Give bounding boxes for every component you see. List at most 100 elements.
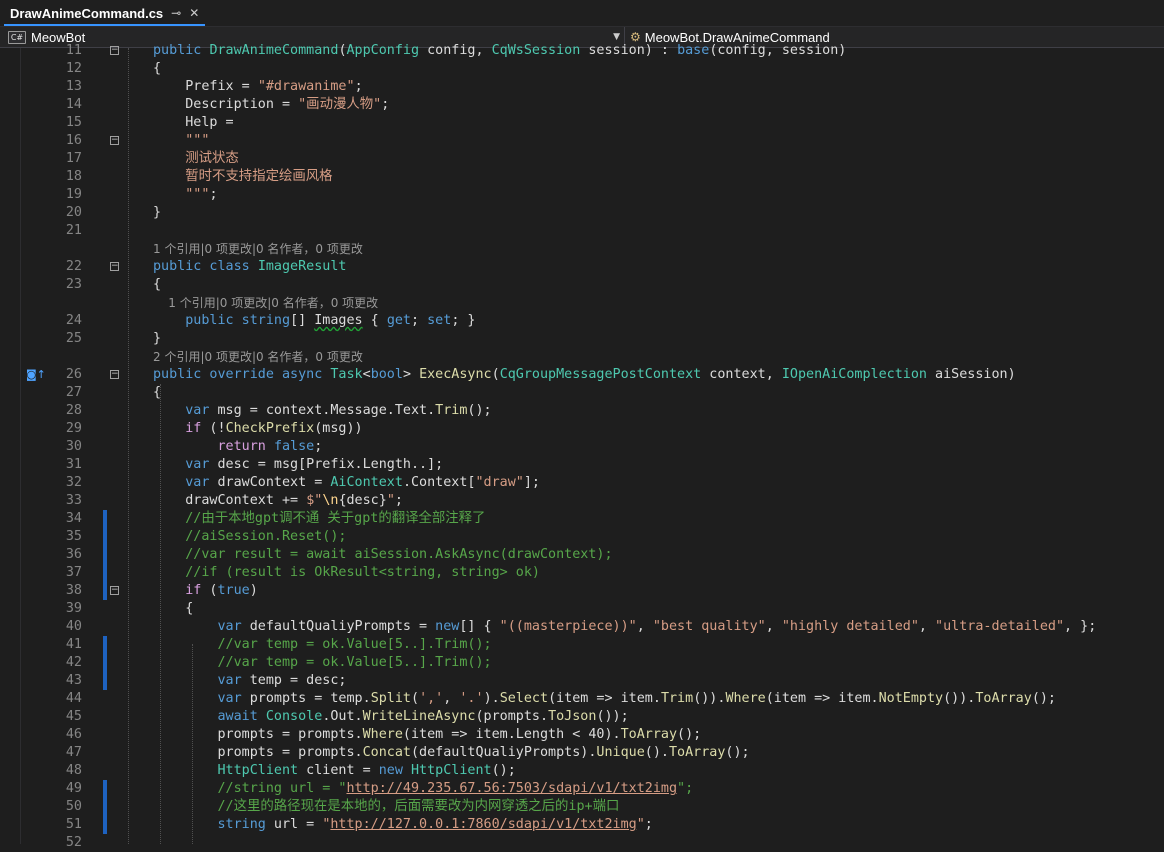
code-text[interactable]: //var temp = ok.Value[5..].Trim(); xyxy=(153,654,491,672)
line-number: 48 xyxy=(65,763,82,778)
code-line: 30 return false; xyxy=(0,438,1164,456)
code-line: 44 var prompts = temp.Split(',', '.').Se… xyxy=(0,690,1164,708)
code-line: 38 − if (true) xyxy=(0,582,1164,600)
code-line: 27{ xyxy=(0,384,1164,402)
change-marker xyxy=(103,672,107,690)
line-number: 30 xyxy=(65,439,82,454)
code-text[interactable]: //这里的路径现在是本地的，后面需要改为内网穿透之后的ip+端口 xyxy=(153,798,619,816)
code-text[interactable]: //string url = "http://49.235.67.56:7503… xyxy=(153,780,693,798)
code-line: 32 var drawContext = AiContext.Context["… xyxy=(0,474,1164,492)
code-text[interactable]: """; xyxy=(153,186,217,204)
fold-toggle-icon[interactable]: − xyxy=(110,46,119,55)
code-text[interactable]: if (true) xyxy=(153,582,258,600)
code-line: 20} xyxy=(0,204,1164,222)
code-text[interactable]: } xyxy=(153,204,161,222)
code-line: 22 − public class ImageResult xyxy=(0,258,1164,276)
code-text[interactable]: """ xyxy=(153,132,209,150)
code-text[interactable]: Description = "画动漫人物"; xyxy=(153,96,389,114)
code-line: 13 Prefix = "#drawanime"; xyxy=(0,78,1164,96)
codelens-info: 2 个引用|0 项更改|0 名作者，0 项更改 xyxy=(0,348,1164,366)
code-text[interactable]: string url = "http://127.0.0.1:7860/sdap… xyxy=(153,816,652,834)
code-text[interactable]: public class ImageResult xyxy=(153,258,347,276)
line-number: 14 xyxy=(65,97,82,112)
code-text[interactable]: //var result = await aiSession.AskAsync(… xyxy=(153,546,612,564)
code-text[interactable]: //var temp = ok.Value[5..].Trim(); xyxy=(153,636,491,654)
line-number: 16 xyxy=(65,133,82,148)
close-icon[interactable]: ✕ xyxy=(189,6,199,20)
change-marker xyxy=(103,798,107,816)
code-text[interactable]: { xyxy=(153,60,161,78)
codelens-text[interactable]: 2 个引用|0 项更改|0 名作者，0 项更改 xyxy=(153,348,363,366)
code-text[interactable]: { xyxy=(153,276,161,294)
codelens-info: 1 个引用|0 项更改|0 名作者，0 项更改 xyxy=(0,294,1164,312)
code-text[interactable]: drawContext += $"\n{desc}"; xyxy=(153,492,403,510)
change-marker xyxy=(103,636,107,654)
code-text[interactable]: public DrawAnimeCommand(AppConfig config… xyxy=(153,42,846,60)
code-text[interactable]: Prefix = "#drawanime"; xyxy=(153,78,362,96)
code-text[interactable]: return false; xyxy=(153,438,322,456)
line-number: 37 xyxy=(65,565,82,580)
line-number: 42 xyxy=(65,655,82,670)
indent-guide xyxy=(160,384,161,844)
code-editor[interactable]: 11 − public DrawAnimeCommand(AppConfig con… xyxy=(0,43,1164,850)
code-text[interactable]: 暂时不支持指定绘画风格 xyxy=(153,168,332,186)
code-line: 17 测试状态 xyxy=(0,150,1164,168)
code-text[interactable]: var desc = msg[Prefix.Length..]; xyxy=(153,456,443,474)
change-marker xyxy=(103,582,107,600)
code-text[interactable]: //if (result is OkResult<string, string>… xyxy=(153,564,540,582)
code-text[interactable]: var drawContext = AiContext.Context["dra… xyxy=(153,474,540,492)
code-line: 19 """; xyxy=(0,186,1164,204)
line-number: 52 xyxy=(65,835,82,850)
code-line: 41 //var temp = ok.Value[5..].Trim(); xyxy=(0,636,1164,654)
line-number: 15 xyxy=(65,115,82,130)
change-marker xyxy=(103,546,107,564)
document-tab[interactable]: DrawAnimeCommand.cs ⊸ ✕ xyxy=(4,2,206,26)
code-text[interactable]: 测试状态 xyxy=(153,150,239,168)
code-text[interactable]: var temp = desc; xyxy=(153,672,346,690)
fold-toggle-icon[interactable]: − xyxy=(110,136,119,145)
code-line: 39 { xyxy=(0,600,1164,618)
line-number: 38 xyxy=(65,583,82,598)
indent-guide xyxy=(128,48,129,844)
code-text[interactable]: //由于本地gpt调不通 关于gpt的翻译全部注释了 xyxy=(153,510,485,528)
code-line: 12 { xyxy=(0,60,1164,78)
code-text[interactable]: var prompts = temp.Split(',', '.').Selec… xyxy=(153,690,1056,708)
code-line: 29 if (!CheckPrefix(msg)) xyxy=(0,420,1164,438)
code-text[interactable]: } xyxy=(153,330,161,348)
fold-toggle-icon[interactable]: − xyxy=(110,370,119,379)
line-number: 11 xyxy=(65,43,82,58)
line-number: 27 xyxy=(65,385,82,400)
line-number: 18 xyxy=(65,169,82,184)
code-text[interactable]: public string[] Images { get; set; } xyxy=(153,312,475,330)
code-text[interactable]: HttpClient client = new HttpClient(); xyxy=(153,762,515,780)
code-text[interactable]: prompts = prompts.Where(item => item.Len… xyxy=(153,726,701,744)
code-line: 14 Description = "画动漫人物"; xyxy=(0,96,1164,114)
line-number: 49 xyxy=(65,781,82,796)
code-line: 33 drawContext += $"\n{desc}"; xyxy=(0,492,1164,510)
code-line: 25} xyxy=(0,330,1164,348)
line-number: 46 xyxy=(65,727,82,742)
codelens-text[interactable]: 1 个引用|0 项更改|0 名作者，0 项更改 xyxy=(153,240,363,258)
line-number: 47 xyxy=(65,745,82,760)
code-text[interactable]: //aiSession.Reset(); xyxy=(153,528,346,546)
code-line: 37 //if (result is OkResult<string, stri… xyxy=(0,564,1164,582)
code-text[interactable]: if (!CheckPrefix(msg)) xyxy=(153,420,362,438)
code-text[interactable]: Help = xyxy=(153,114,233,132)
code-line: 52 xyxy=(0,834,1164,852)
code-line: 11 − public DrawAnimeCommand(AppConfig con… xyxy=(0,42,1164,60)
line-number: 19 xyxy=(65,187,82,202)
code-line: 43 var temp = desc; xyxy=(0,672,1164,690)
code-text[interactable]: var msg = context.Message.Text.Trim(); xyxy=(153,402,491,420)
codelens-text[interactable]: 1 个引用|0 项更改|0 名作者，0 项更改 xyxy=(153,294,378,312)
fold-toggle-icon[interactable]: − xyxy=(110,262,119,271)
code-text[interactable]: var defaultQualiyPrompts = new[] { "((ma… xyxy=(153,618,1096,636)
code-text[interactable]: public override async Task<bool> ExecAsy… xyxy=(153,366,1016,384)
fold-toggle-icon[interactable]: − xyxy=(110,586,119,595)
change-marker xyxy=(103,816,107,834)
code-text[interactable]: prompts = prompts.Concat(defaultQualiyPr… xyxy=(153,744,749,762)
code-line: 47 prompts = prompts.Concat(defaultQuali… xyxy=(0,744,1164,762)
change-marker xyxy=(103,654,107,672)
pin-icon[interactable]: ⊸ xyxy=(171,6,181,20)
code-line: ◙↑ 26− public override async Task<bool> Ex… xyxy=(0,366,1164,384)
code-text[interactable]: await Console.Out.WriteLineAsync(prompts… xyxy=(153,708,628,726)
